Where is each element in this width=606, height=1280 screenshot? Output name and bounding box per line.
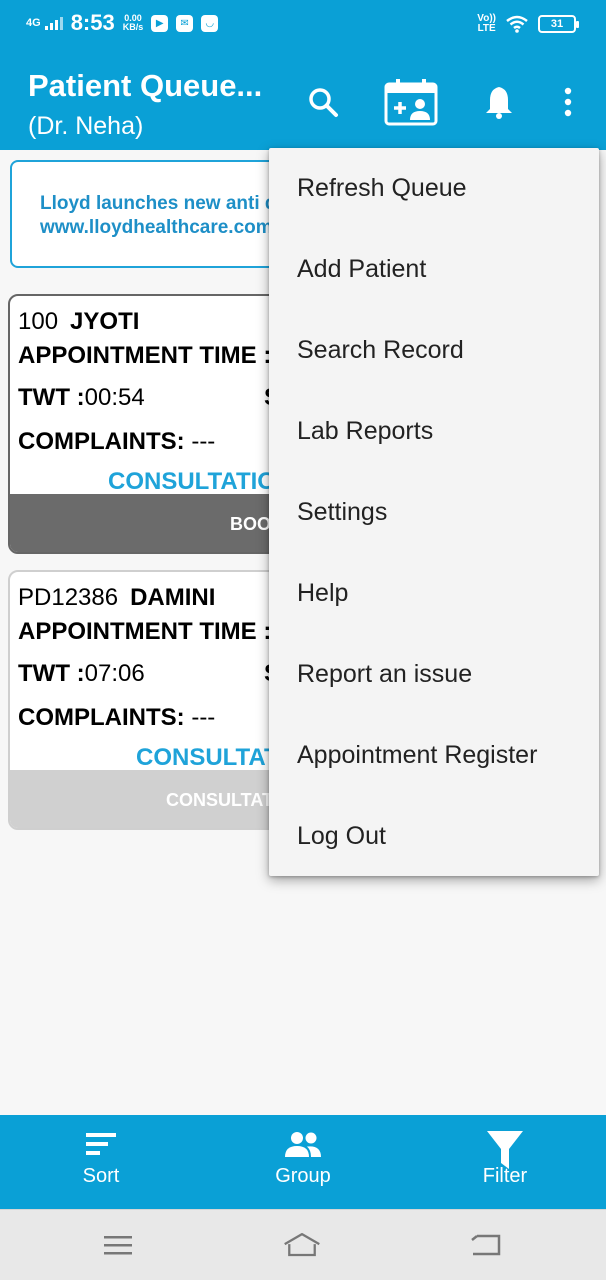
recent-apps-button[interactable] — [98, 1228, 138, 1262]
footer-label: CONSULTAT — [166, 790, 273, 810]
filter-button[interactable]: Filter — [404, 1115, 606, 1209]
status-bar: 4G 8:53 0.00 KB/s ▶ ✉ ◡ Vo)) LTE 31 — [0, 0, 606, 54]
appointment-time: APPOINTMENT TIME : — [18, 618, 272, 645]
appointment-time: APPOINTMENT TIME : — [18, 342, 272, 369]
patient-id-row: 100 JYOTI — [18, 308, 139, 336]
notifications-button[interactable] — [478, 54, 520, 150]
more-vertical-icon — [564, 87, 572, 117]
twt-value: 00:54 — [84, 384, 145, 411]
menu-item-log-out[interactable]: Log Out — [269, 796, 599, 877]
volte-indicator: Vo)) LTE — [477, 14, 496, 34]
back-button[interactable] — [466, 1228, 506, 1262]
sort-label: Sort — [82, 1165, 120, 1187]
doctor-name: (Dr. Neha) — [28, 112, 144, 140]
menu-item-settings[interactable]: Settings — [269, 472, 599, 553]
network-speed: 0.00 KB/s — [123, 14, 144, 32]
menu-item-report-issue[interactable]: Report an issue — [269, 634, 599, 715]
search-button[interactable] — [300, 54, 346, 150]
mail-notification-icon: ✉ — [176, 14, 194, 32]
patient-id-row: PD12386 DAMINI — [18, 584, 215, 612]
lte-label: LTE — [477, 23, 496, 34]
complaints-row: COMPLAINTS: --- — [18, 428, 215, 456]
menu-item-refresh-queue[interactable]: Refresh Queue — [269, 148, 599, 229]
menu-item-search-record[interactable]: Search Record — [269, 310, 599, 391]
page-title: Patient Queue... — [28, 68, 263, 103]
battery-icon: 31 — [538, 15, 579, 33]
menu-item-help[interactable]: Help — [269, 553, 599, 634]
bell-icon — [486, 87, 512, 119]
app-bar: Patient Queue... (Dr. Neha) — [0, 54, 606, 150]
sort-button[interactable]: Sort — [0, 1115, 202, 1209]
complaints-label: COMPLAINTS: — [18, 428, 185, 455]
clock: 8:53 — [70, 10, 115, 35]
home-button[interactable] — [282, 1228, 322, 1262]
patient-id: PD12386 — [18, 584, 119, 611]
twt-label: TWT : — [18, 660, 85, 687]
complaints-label: COMPLAINTS: — [18, 704, 185, 731]
twt-value: 07:06 — [84, 660, 145, 687]
twt-label: TWT : — [18, 384, 85, 411]
speed-unit: KB/s — [122, 22, 144, 32]
sort-icon — [86, 1133, 116, 1155]
group-icon — [285, 1132, 321, 1157]
book-label: BOO — [230, 514, 272, 534]
complaints-row: COMPLAINTS: --- — [18, 704, 215, 732]
menu-item-lab-reports[interactable]: Lab Reports — [269, 391, 599, 472]
bag-notification-icon: ◡ — [201, 14, 219, 32]
menu-item-appointment-register[interactable]: Appointment Register — [269, 715, 599, 796]
patient-name: JYOTI — [70, 308, 140, 335]
filter-label: Filter — [482, 1165, 528, 1187]
menu-lines-icon — [104, 1236, 132, 1255]
youtube-notification-icon: ▶ — [151, 14, 169, 32]
twt-row: TWT :00:54 — [18, 384, 145, 412]
twt-row: TWT :07:06 — [18, 660, 145, 688]
patient-name: DAMINI — [130, 584, 216, 611]
signal-icon — [44, 16, 63, 30]
group-button[interactable]: Group — [202, 1115, 404, 1209]
back-icon — [471, 1234, 501, 1256]
bottom-toolbar: Sort Group Filter — [0, 1115, 606, 1209]
complaints-value: --- — [184, 704, 216, 731]
home-icon — [284, 1232, 320, 1257]
overflow-menu: Refresh Queue Add Patient Search Record … — [269, 148, 599, 876]
complaints-value: --- — [184, 428, 216, 455]
group-label: Group — [275, 1165, 331, 1187]
search-icon — [309, 88, 338, 117]
system-navigation-bar — [0, 1209, 606, 1280]
menu-item-add-patient[interactable]: Add Patient — [269, 229, 599, 310]
calendar-add-patient-icon — [384, 79, 438, 126]
overflow-menu-button[interactable] — [552, 54, 584, 150]
network-type: 4G — [26, 17, 41, 29]
add-appointment-button[interactable] — [382, 54, 440, 150]
wifi-icon — [506, 15, 528, 33]
patient-id: 100 — [18, 308, 59, 335]
